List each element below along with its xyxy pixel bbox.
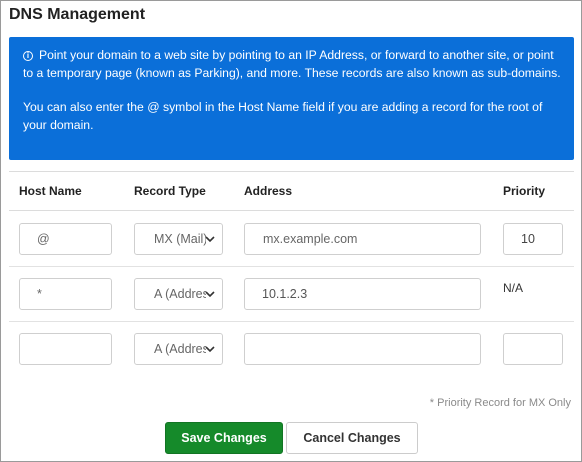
address-input[interactable]: 10.1.2.3 xyxy=(244,278,481,310)
header-address: Address xyxy=(244,184,293,198)
chevron-down-icon xyxy=(205,291,215,298)
header-record-type: Record Type xyxy=(134,184,206,198)
row-divider xyxy=(9,321,574,322)
row-divider xyxy=(9,266,574,267)
record-type-value: MX (Mail) xyxy=(154,232,206,246)
record-type-select[interactable]: MX (Mail) xyxy=(134,223,223,255)
record-type-value: A (Address) xyxy=(154,287,206,301)
page-title: DNS Management xyxy=(9,6,146,23)
cancel-changes-button[interactable]: Cancel Changes xyxy=(286,422,418,454)
info-text-2: You can also enter the @ symbol in the H… xyxy=(23,100,543,132)
header-host-name: Host Name xyxy=(19,184,82,198)
record-type-select[interactable]: A (Address) xyxy=(134,333,223,365)
info-alert: i Point your domain to a web site by poin… xyxy=(9,37,574,160)
host-name-input[interactable]: @ xyxy=(19,223,112,255)
chevron-down-icon xyxy=(205,236,215,243)
save-changes-button[interactable]: Save Changes xyxy=(165,422,283,454)
record-type-value: A (Address) xyxy=(154,342,206,356)
priority-note: * Priority Record for MX Only xyxy=(429,397,571,409)
address-input[interactable] xyxy=(244,333,481,365)
priority-input[interactable]: 10 xyxy=(503,223,563,255)
host-name-input[interactable] xyxy=(19,333,112,365)
record-type-select[interactable]: A (Address) xyxy=(134,278,223,310)
info-text-1-content: Point your domain to a web site by point… xyxy=(23,48,561,80)
info-circle-icon: i xyxy=(23,51,33,61)
priority-not-applicable: N/A xyxy=(503,281,524,295)
priority-input[interactable] xyxy=(503,333,563,365)
chevron-down-icon xyxy=(205,346,215,353)
header-priority: Priority xyxy=(503,184,546,198)
address-input[interactable]: mx.example.com xyxy=(244,223,481,255)
dns-management-panel: DNS Management i Point your domain to a w… xyxy=(0,0,582,462)
info-text-1: i Point your domain to a web site by poin… xyxy=(23,47,564,82)
host-name-input[interactable]: * xyxy=(19,278,112,310)
table-top-divider xyxy=(9,171,574,172)
table-header-divider xyxy=(9,210,574,211)
